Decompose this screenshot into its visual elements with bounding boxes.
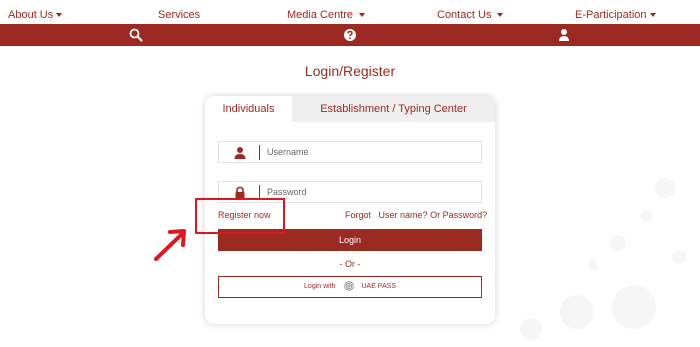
forgot-label: Forgot bbox=[345, 210, 372, 220]
top-navigation: About Us Services Media Centre Contact U… bbox=[0, 0, 700, 24]
nav-e-participation[interactable]: E-Participation bbox=[575, 9, 656, 22]
chevron-down-icon bbox=[497, 13, 504, 18]
fingerprint-icon bbox=[343, 281, 354, 291]
page-title: Login/Register bbox=[304, 63, 396, 79]
highlight-box bbox=[195, 198, 285, 234]
username-input[interactable] bbox=[267, 144, 467, 160]
background-circle bbox=[655, 178, 675, 198]
uae-pass-login-button[interactable]: Login with UAE PASS bbox=[218, 276, 482, 298]
background-circle bbox=[612, 285, 656, 329]
nav-media-centre-label: Media Centre bbox=[287, 9, 354, 21]
nav-services[interactable]: Services bbox=[158, 9, 200, 22]
forgot-password-link[interactable]: Password? bbox=[443, 210, 488, 220]
user-icon[interactable] bbox=[557, 28, 571, 42]
nav-services-label: Services bbox=[158, 9, 201, 21]
background-circle bbox=[610, 235, 626, 251]
nav-contact-us-label: Contact Us bbox=[437, 9, 492, 21]
search-icon[interactable] bbox=[129, 28, 143, 42]
tab-establishment-typing-center[interactable]: Establishment / Typing Center bbox=[292, 96, 495, 122]
arrow-icon bbox=[154, 229, 186, 261]
password-input[interactable] bbox=[267, 184, 467, 200]
toolbar bbox=[0, 24, 700, 46]
or-divider: - Or - bbox=[339, 259, 361, 269]
forgot-credentials: Forgot User name? Or Password? bbox=[345, 210, 487, 220]
chevron-down-icon bbox=[649, 13, 656, 18]
field-separator bbox=[259, 145, 260, 160]
nav-about-us-label: About Us bbox=[8, 9, 54, 21]
nav-e-participation-label: E-Participation bbox=[575, 9, 647, 21]
nav-about-us[interactable]: About Us bbox=[8, 9, 63, 22]
login-with-label: Login with bbox=[304, 283, 336, 290]
nav-contact-us[interactable]: Contact Us bbox=[437, 9, 504, 22]
username-field[interactable] bbox=[218, 141, 482, 163]
nav-media-centre[interactable]: Media Centre bbox=[287, 9, 366, 22]
forgot-username-link[interactable]: User name? bbox=[379, 210, 428, 220]
question-icon[interactable] bbox=[343, 28, 357, 42]
chevron-down-icon bbox=[56, 13, 63, 18]
tab-individuals[interactable]: Individuals bbox=[205, 96, 292, 122]
background-circle bbox=[640, 210, 652, 222]
chevron-down-icon bbox=[359, 13, 366, 18]
user-icon bbox=[234, 147, 246, 159]
uae-pass-label: UAE PASS bbox=[361, 283, 396, 290]
or-label: Or bbox=[430, 210, 441, 220]
background-circle bbox=[560, 295, 594, 329]
background-circle bbox=[520, 318, 542, 340]
